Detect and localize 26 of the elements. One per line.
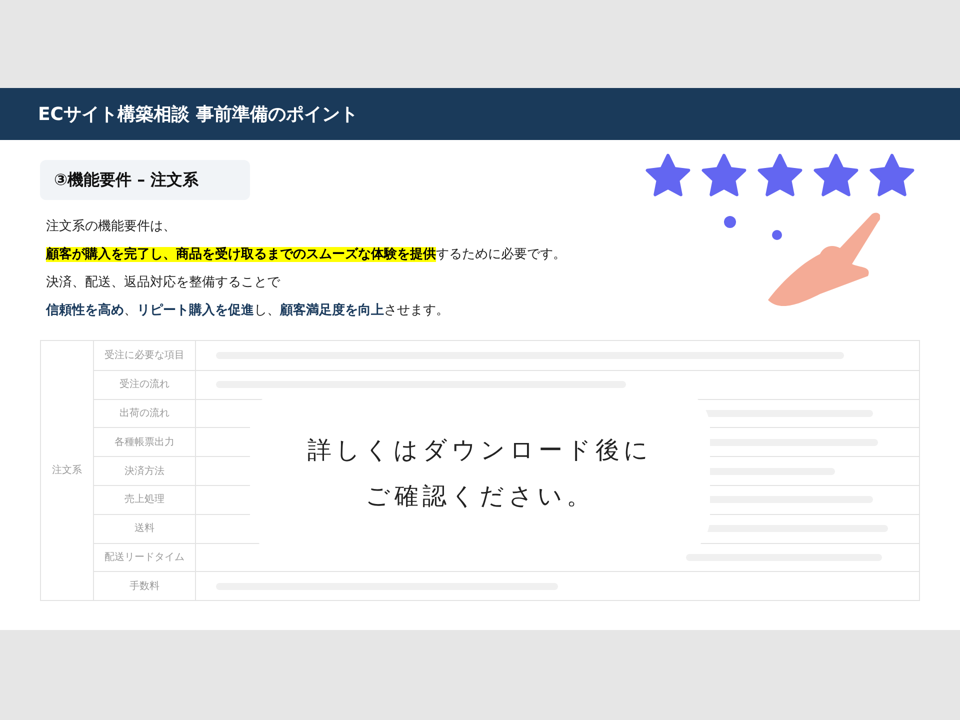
overlay-text: ご確認ください。 xyxy=(366,481,594,512)
table-cell: 受注の流れ xyxy=(94,370,196,399)
dot-icon xyxy=(772,230,782,240)
body-text: し、 xyxy=(254,303,280,318)
table-cell: 手数料 xyxy=(94,572,196,600)
highlighted-text: 顧客が購入を完了し、商品を受け取るまでのスムーズな体験を提供 xyxy=(46,247,436,262)
emphasized-text: 信頼性を高め xyxy=(46,303,124,318)
table-cell: 決済方法 xyxy=(94,457,196,485)
table-cell: 送料 xyxy=(94,514,196,543)
dot-icon xyxy=(724,216,736,228)
body-text: させます。 xyxy=(384,303,449,318)
table-cell: 各種帳票出力 xyxy=(94,428,196,456)
body-text: するために必要です。 xyxy=(436,247,566,262)
emphasized-text: リピート購入を促進 xyxy=(137,303,254,318)
table-cell: 受注に必要な項目 xyxy=(94,341,196,370)
table-cell: 出荷の流れ xyxy=(94,400,196,428)
table-cell: 売上処理 xyxy=(94,486,196,514)
slide-title: ECサイト構築相談 事前準備のポイント xyxy=(38,102,358,126)
body-text: 決済、配送、返品対応を整備することで xyxy=(46,275,280,290)
emphasized-text: 顧客満足度を向上 xyxy=(280,303,384,318)
section-label: ③機能要件 – 注文系 xyxy=(40,160,250,200)
table-cell: 配送リードタイム xyxy=(94,544,196,572)
body-text: 、 xyxy=(124,303,137,318)
table-cell: 注文系 xyxy=(41,341,94,600)
overlay-text: 詳しくはダウンロード後に xyxy=(308,435,652,466)
body-text: 注文系の機能要件は、 xyxy=(46,219,176,234)
